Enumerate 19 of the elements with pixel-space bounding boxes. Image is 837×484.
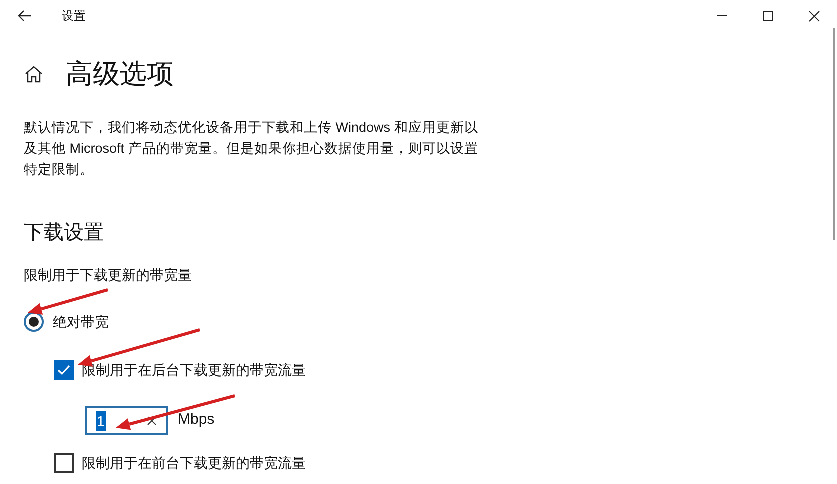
radio-label: 绝对带宽 xyxy=(53,312,109,332)
home-icon[interactable] xyxy=(25,66,43,82)
checkbox[interactable] xyxy=(54,453,74,473)
back-icon[interactable] xyxy=(18,10,32,22)
page-title: 高级选项 xyxy=(66,58,174,91)
maximize-icon[interactable] xyxy=(763,11,773,21)
description-text: 默认情况下，我们将动态优化设备用于下载和上传 Windows 和应用更新以及其他 Microsoft 产品的带宽量。但是如果你担心数据使用量，则可以设置特定限制。 xyxy=(24,119,480,179)
clear-icon[interactable] xyxy=(147,416,157,426)
window-title: 设置 xyxy=(62,8,86,25)
section-label: 限制用于下载更新的带宽量 xyxy=(24,266,192,285)
checkmark-icon xyxy=(57,363,71,377)
bandwidth-field[interactable]: 1 xyxy=(85,406,168,435)
minimize-icon[interactable] xyxy=(717,15,727,17)
unit-label: Mbps xyxy=(178,410,215,430)
section-heading: 下载设置 xyxy=(24,221,104,246)
scrollbar[interactable] xyxy=(833,28,835,240)
close-icon[interactable] xyxy=(809,10,820,22)
checkbox-label: 限制用于在前台下载更新的带宽流量 xyxy=(82,454,306,472)
checkbox[interactable] xyxy=(54,360,74,380)
